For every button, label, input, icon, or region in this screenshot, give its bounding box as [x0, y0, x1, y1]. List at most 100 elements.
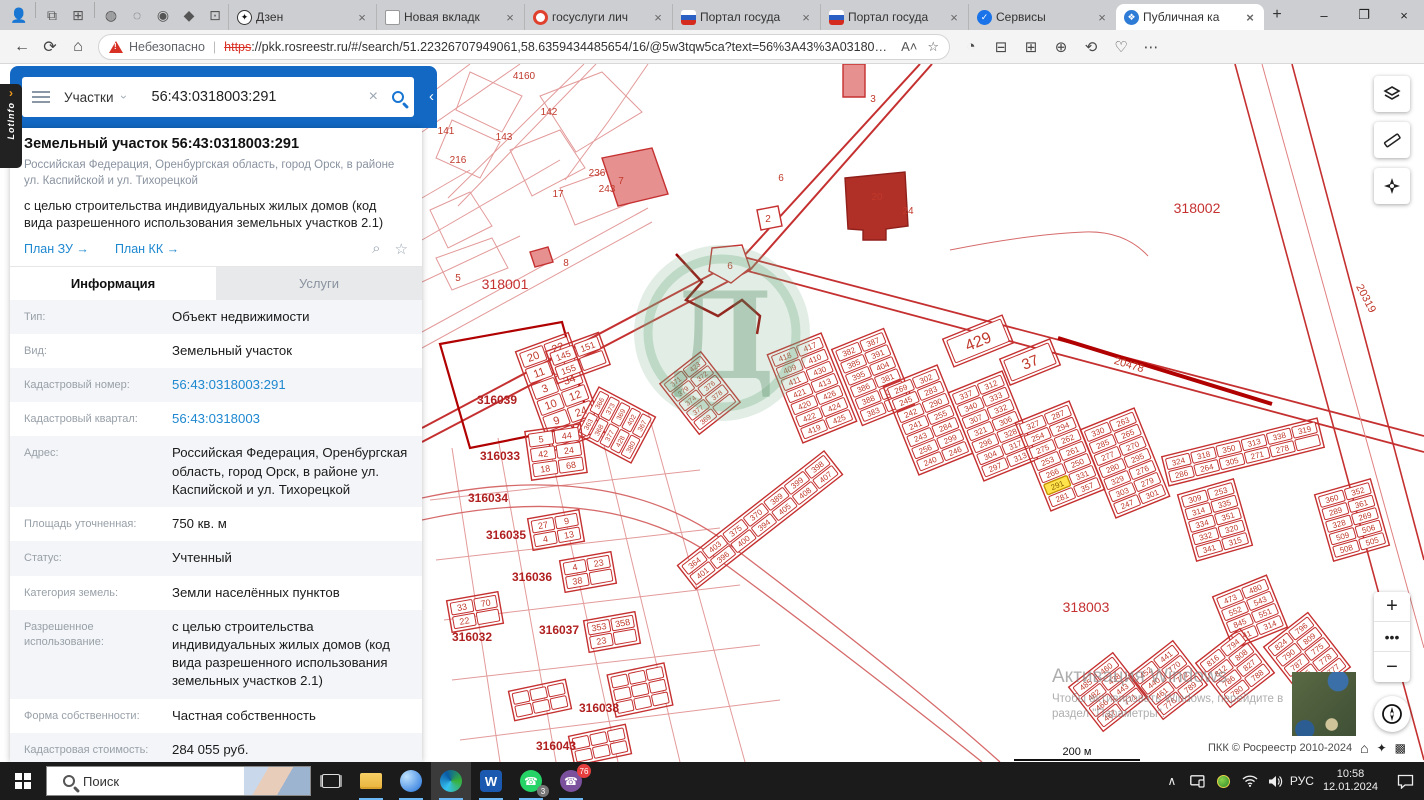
map-label: 20 — [871, 192, 883, 203]
antivirus-tray-icon[interactable] — [1211, 762, 1237, 800]
parcel-grid[interactable] — [507, 678, 573, 722]
language-indicator[interactable]: РУС — [1289, 762, 1315, 800]
tray-chevron-icon[interactable]: ∧ — [1159, 762, 1185, 800]
tab-close-icon[interactable]: × — [502, 10, 518, 25]
field-value[interactable]: 56:43:0318003:291 — [172, 376, 408, 394]
browser-essentials-icon[interactable]: ♡ — [1106, 33, 1136, 61]
search-icon[interactable] — [392, 91, 404, 103]
parcel-grid[interactable]: 309253314335334351332320341315 — [1176, 477, 1254, 563]
address-bar[interactable]: Небезопасно | https://pkk.rosreestr.ru/#… — [98, 33, 950, 60]
history-icon[interactable]: ⟲ — [1076, 33, 1106, 61]
zoom-options-button[interactable]: ••• — [1374, 622, 1410, 652]
tab-close-icon[interactable]: × — [354, 10, 370, 25]
volume-icon[interactable] — [1263, 762, 1289, 800]
file-explorer[interactable] — [351, 762, 391, 800]
notification-center-icon[interactable] — [1386, 762, 1424, 800]
map-label: 316037 — [539, 623, 579, 637]
back-button[interactable]: ← — [8, 33, 36, 61]
minimize-button[interactable]: – — [1304, 0, 1344, 30]
parcel-grid[interactable]: 816794812808786827780788 — [1194, 627, 1276, 709]
clear-search-icon[interactable]: × — [369, 88, 378, 106]
start-button[interactable] — [0, 762, 46, 800]
parcel-grid[interactable]: 4 2338 — [558, 550, 618, 594]
grid-ext-icon[interactable]: ⊡ — [202, 2, 228, 28]
parcel-grid[interactable]: 324318350313338319286264305271278 — [1160, 417, 1326, 487]
zoom-out-button[interactable]: − — [1374, 652, 1410, 682]
profile-icon[interactable]: 👤 — [6, 2, 32, 28]
parcel-grid[interactable]: 3302632852652772702802953292763032792473… — [1079, 407, 1171, 519]
browser-tab-5[interactable]: ✓ Сервисы × — [968, 4, 1116, 30]
collections-icon[interactable]: ⊞ — [1016, 33, 1046, 61]
browser-tab-0[interactable]: ✦ Дзен × — [228, 4, 376, 30]
center-map-icon[interactable]: ✦ — [1377, 741, 1387, 755]
refresh-button[interactable]: ⟳ — [36, 33, 64, 61]
globe-ext-icon[interactable]: ◍ — [98, 2, 124, 28]
parcel-grid[interactable]: 5 4442 2418 68 — [524, 423, 588, 481]
tab-close-icon[interactable]: × — [650, 10, 666, 25]
home-map-icon[interactable]: ⌂ — [1360, 740, 1368, 756]
field-value[interactable]: 56:43:0318003 — [172, 410, 408, 428]
tab-close-icon[interactable]: × — [798, 10, 814, 25]
parcel-grid[interactable]: 360352289361328269509506508505 — [1313, 477, 1391, 563]
search-box[interactable]: Участки › 56:43:0318003:291 × — [22, 77, 414, 117]
tab-close-icon[interactable]: × — [1094, 10, 1110, 25]
tab-close-icon[interactable]: × — [1242, 10, 1258, 25]
new-tab-button[interactable]: + — [1264, 2, 1290, 28]
plan-zu-link[interactable]: План ЗУ → — [24, 242, 89, 256]
taskbar-clock[interactable]: 10:58 12.01.2024 — [1315, 768, 1386, 794]
split-screen-icon[interactable]: ⊟ — [986, 33, 1016, 61]
basemap-icon[interactable]: ▩ — [1395, 741, 1406, 755]
zoom-in-button[interactable]: + — [1374, 592, 1410, 622]
color-ext-icon[interactable]: ◉ — [150, 2, 176, 28]
plan-kk-link[interactable]: План КК → — [115, 242, 179, 256]
close-button[interactable]: × — [1384, 0, 1424, 30]
search-category-select[interactable]: Участки — [64, 90, 114, 105]
wallet-icon[interactable]: ⊕ — [1046, 33, 1076, 61]
circle-ext-icon[interactable]: ◌ — [124, 2, 150, 28]
photos-app[interactable] — [391, 762, 431, 800]
whatsapp[interactable]: ☎ 3 — [511, 762, 551, 800]
collapse-panel-icon[interactable]: ‹ — [429, 88, 434, 105]
parcel-grid[interactable] — [567, 723, 633, 762]
search-input[interactable]: 56:43:0318003:291 — [152, 89, 369, 105]
measure-button[interactable] — [1374, 122, 1410, 158]
cast-device-icon[interactable] — [1185, 762, 1211, 800]
diamond-ext-icon[interactable]: ◆ — [176, 2, 202, 28]
parcel-grid[interactable]: 429 — [941, 314, 1015, 368]
search-highlight-image[interactable] — [244, 767, 310, 795]
parcel-grid[interactable]: 452441440770461772776789 — [1127, 639, 1209, 721]
task-view[interactable] — [311, 762, 351, 800]
minimap-satellite-thumbnail[interactable] — [1292, 672, 1356, 736]
browser-tab-1[interactable]: Новая вкладк × — [376, 4, 524, 30]
compass-button[interactable] — [1374, 696, 1410, 732]
tab-information[interactable]: Информация — [10, 266, 216, 300]
browser-tab-4[interactable]: Портал госуда × — [820, 4, 968, 30]
settings-more-icon[interactable]: ⋯ — [1136, 33, 1166, 61]
taskbar-search-box[interactable]: Поиск — [46, 766, 311, 796]
viber[interactable]: ☎ 76 — [551, 762, 591, 800]
menu-icon[interactable] — [32, 91, 50, 103]
lotinfo-side-tab[interactable]: › LotInfo — [0, 84, 22, 168]
copilot-icon[interactable]: ◔ — [956, 33, 986, 61]
tab-services[interactable]: Услуги — [216, 266, 422, 300]
layers-button[interactable] — [1374, 76, 1410, 112]
read-aloud-icon[interactable]: A˄ — [901, 39, 917, 54]
word[interactable]: W — [471, 762, 511, 800]
browser-tab-3[interactable]: Портал госуда × — [672, 4, 820, 30]
browser-tab-2[interactable]: госуслуги лич × — [524, 4, 672, 30]
browser-tab-6[interactable]: ❖ Публичная ка × — [1116, 4, 1264, 30]
sidebar-icon[interactable]: ⊞ — [65, 2, 91, 28]
favorite-object-icon[interactable]: ☆ — [395, 240, 408, 258]
parcel-grid[interactable]: 353 35823 — [582, 610, 642, 654]
edge-browser[interactable] — [431, 762, 471, 800]
stack-icon[interactable]: ⧉ — [39, 2, 65, 28]
favorite-star-icon[interactable]: ☆ — [927, 39, 939, 55]
map-attribution: ПКК © Росреестр 2010-2024 ⌂ ✦ ▩ — [1208, 740, 1406, 756]
parcel-grid[interactable]: 485460482438466443467771 — [1067, 651, 1149, 733]
wifi-icon[interactable] — [1237, 762, 1263, 800]
restore-button[interactable]: ❐ — [1344, 0, 1384, 30]
zoom-to-object-icon[interactable]: ⌕ — [372, 240, 380, 257]
home-button[interactable]: ⌂ — [64, 33, 92, 61]
tab-close-icon[interactable]: × — [946, 10, 962, 25]
locate-object-button[interactable] — [1374, 168, 1410, 204]
